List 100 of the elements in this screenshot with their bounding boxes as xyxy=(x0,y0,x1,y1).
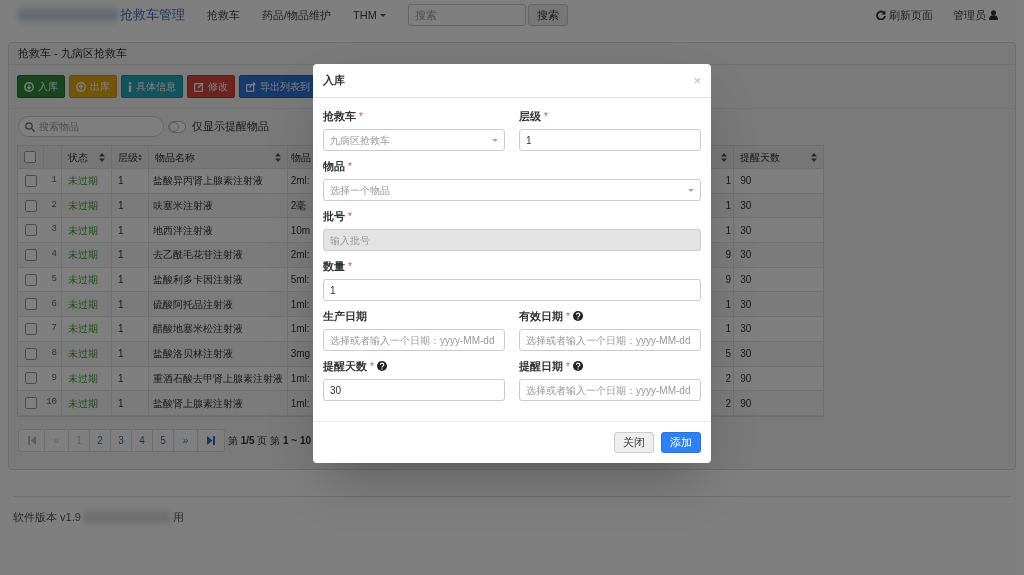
nav-link[interactable]: 抢救车 xyxy=(207,6,240,24)
required-mark: * xyxy=(544,109,548,124)
table-cell-text: 30 xyxy=(740,199,752,214)
nav-link[interactable]: THM xyxy=(353,6,386,24)
row-checkbox[interactable] xyxy=(24,372,37,385)
column-header[interactable]: 物品 xyxy=(290,149,311,165)
column-header[interactable]: 层级 xyxy=(117,149,138,165)
table-cell-text: 5ml: xyxy=(290,273,310,288)
footer-text: 用 xyxy=(172,510,184,525)
table-cell-text: 90 xyxy=(740,396,752,411)
toolbar-button[interactable]: 入库 xyxy=(17,75,65,98)
toggle-switch[interactable] xyxy=(168,120,186,133)
table-cell-text: 1 xyxy=(725,174,732,189)
row-checkbox[interactable] xyxy=(25,298,37,311)
required-mark: * xyxy=(348,209,352,224)
refresh-icon xyxy=(876,10,886,20)
table-cell-text: 未过期 xyxy=(67,322,98,337)
caret-icon xyxy=(492,138,498,142)
row-number: 9 xyxy=(51,371,57,385)
table-cell-text: 90 xyxy=(740,174,752,189)
pagination-link[interactable]: 3 xyxy=(111,429,132,451)
user-menu[interactable]: 管理员 xyxy=(953,6,998,24)
sort-icon[interactable] xyxy=(721,152,728,162)
row-checkbox[interactable] xyxy=(25,273,37,286)
close-button[interactable]: × xyxy=(693,74,701,87)
input-field[interactable]: 1 xyxy=(519,129,701,151)
pagination-link[interactable]: 5 xyxy=(153,429,174,451)
row-number: 3 xyxy=(51,223,57,237)
column-header[interactable]: 状态 xyxy=(67,149,88,165)
table-cell-text: 30 xyxy=(740,273,752,288)
table-cell-text: 2 xyxy=(725,396,732,411)
table-cell-text: 去乙酰毛花苷注射液 xyxy=(152,248,243,263)
search-button[interactable]: 搜索 xyxy=(527,4,568,26)
sort-icon[interactable] xyxy=(811,152,817,162)
required-mark: * xyxy=(566,309,570,324)
table-cell-text: 30 xyxy=(740,297,752,312)
row-number: 2 xyxy=(51,198,57,212)
table-cell-text: 1 xyxy=(117,199,124,214)
toolbar-button[interactable]: 修改 xyxy=(187,75,235,98)
table-cell-text: 1 xyxy=(117,273,124,288)
field-label: 有效日期 xyxy=(519,308,563,324)
caret-icon xyxy=(379,13,386,17)
table-cell-text: 1 xyxy=(117,223,124,238)
column-header[interactable]: 物品名称 xyxy=(154,149,195,165)
table-cell-text: 1ml: xyxy=(290,371,310,386)
dialog-button[interactable]: 添加 xyxy=(661,432,701,453)
table-cell-text: 未过期 xyxy=(67,297,98,312)
row-checkbox[interactable] xyxy=(25,199,37,212)
table-cell-text: 2毫 xyxy=(290,199,307,214)
table-cell-text: 1 xyxy=(725,322,732,337)
dialog-button[interactable]: 关闭 xyxy=(614,432,654,453)
pagination-link[interactable]: 2 xyxy=(90,429,111,451)
table-cell-text: 未过期 xyxy=(67,371,98,386)
sort-icon[interactable] xyxy=(274,152,281,162)
row-checkbox[interactable] xyxy=(24,151,37,163)
row-number: 5 xyxy=(51,272,57,286)
nav-link[interactable]: 药品/物品维护 xyxy=(262,6,332,24)
column-header[interactable]: 提醒天数 xyxy=(740,149,781,165)
row-number: 4 xyxy=(51,248,57,262)
info-icon xyxy=(128,81,132,92)
row-checkbox[interactable] xyxy=(25,248,37,261)
table-cell-text: 地西泮注射液 xyxy=(152,223,213,238)
table-cell-text: 1 xyxy=(117,248,124,263)
row-checkbox[interactable] xyxy=(25,174,37,187)
table-cell-text: 1 xyxy=(117,297,124,312)
field-label: 提醒天数 xyxy=(323,358,367,374)
table-cell-text: 9 xyxy=(725,248,732,263)
row-checkbox[interactable] xyxy=(25,224,37,237)
field-label: 生产日期 xyxy=(323,308,367,324)
row-checkbox[interactable] xyxy=(25,397,37,410)
input-field[interactable]: 1 xyxy=(323,279,701,301)
pagination-link[interactable]: 4 xyxy=(132,429,153,451)
table-cell-text: 90 xyxy=(740,371,752,386)
table-cell-text: 1 xyxy=(725,199,732,214)
row-number: 8 xyxy=(51,346,57,360)
row-number: 7 xyxy=(51,322,57,336)
table-cell-text: 未过期 xyxy=(67,273,98,288)
field-label: 层级 xyxy=(519,108,541,124)
field-label: 数量 xyxy=(323,258,345,274)
pagination-link[interactable]: » xyxy=(174,429,198,451)
table-cell-text: 2ml: xyxy=(290,248,310,263)
table-cell-text: 1 xyxy=(725,297,732,312)
brand-link[interactable]: 抢救车管理 xyxy=(120,5,185,25)
table-cell-text: 5 xyxy=(725,347,732,362)
required-mark: * xyxy=(359,109,363,124)
table-cell-text: 醋酸地塞米松注射液 xyxy=(152,322,243,337)
sort-icon[interactable] xyxy=(98,152,105,162)
sort-icon[interactable] xyxy=(137,152,142,162)
row-checkbox[interactable] xyxy=(25,322,37,335)
required-mark: * xyxy=(566,359,570,374)
table-cell-text: 未过期 xyxy=(67,396,98,411)
table-cell-text: 2 xyxy=(725,371,732,386)
table-cell-text: 1 xyxy=(117,396,124,411)
toolbar-button[interactable]: 具体信息 xyxy=(121,75,183,98)
table-cell-text: 重酒石酸去甲肾上腺素注射液 xyxy=(152,371,283,386)
field-label: 物品 xyxy=(323,158,345,174)
required-mark: * xyxy=(348,259,352,274)
refresh-link[interactable]: 刷新页面 xyxy=(876,6,933,24)
input-field[interactable]: 30 xyxy=(323,379,505,401)
row-checkbox[interactable] xyxy=(25,347,37,360)
